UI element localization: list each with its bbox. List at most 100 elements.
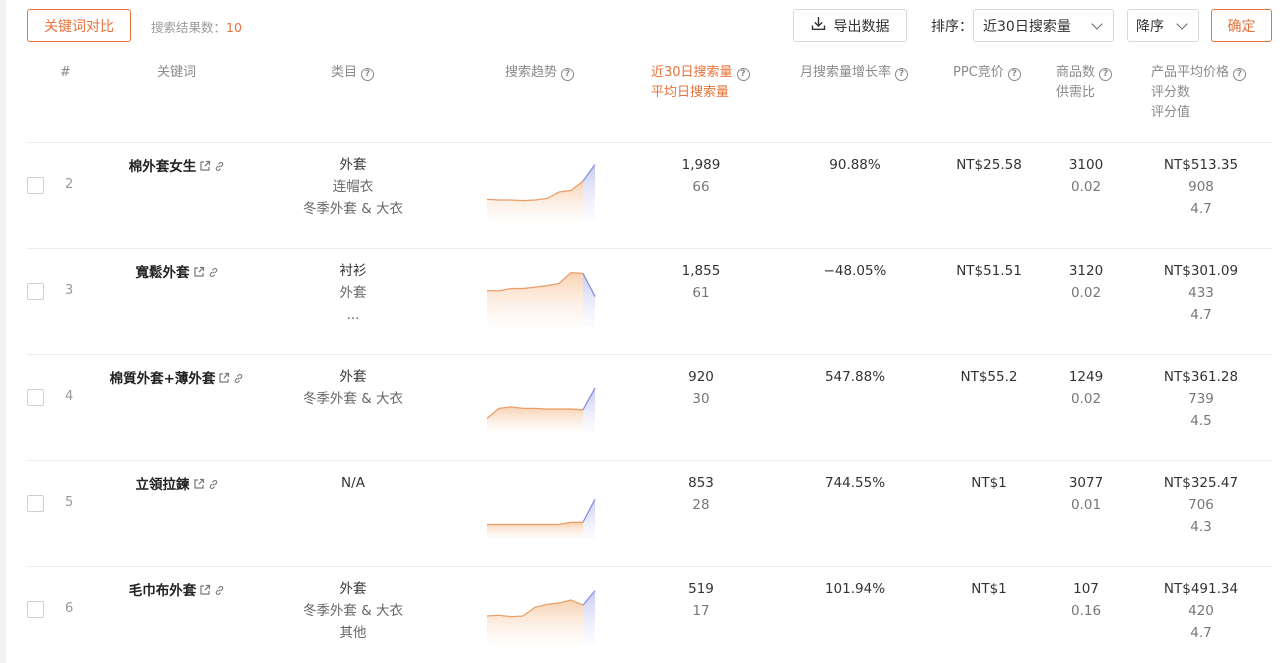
keyword-text[interactable]: 毛巾布外套 [129,583,197,599]
rating-count: 739 [1188,391,1214,407]
row-index: 3 [65,283,74,298]
search-trend-sparkline[interactable] [485,375,597,433]
ppc-cell: NT$51.51 [939,260,1039,282]
link-icon[interactable] [214,160,225,176]
row-index: 2 [65,177,74,192]
growth-rate: 101.94% [824,581,886,597]
rating-score: 4.3 [1190,519,1212,535]
supply-demand-ratio: 0.02 [1070,179,1102,195]
row-checkbox[interactable] [27,495,44,512]
link-icon[interactable] [233,372,244,388]
confirm-button[interactable]: 确定 [1211,9,1272,42]
ppc-bid: NT$1 [971,581,1007,597]
column-price[interactable]: 产品平均价格? 评分数 评分值 [1151,63,1247,123]
growth-rate: 547.88% [824,369,886,385]
ppc-cell: NT$25.58 [939,154,1039,176]
category-item: 连帽衣 [332,179,374,195]
keyword-text[interactable]: 寬鬆外套 [136,265,190,281]
growth-cell: 101.94% [805,578,905,600]
link-icon[interactable] [214,584,225,600]
avg-price: NT$491.34 [1163,581,1239,597]
help-icon[interactable]: ? [1099,68,1113,81]
growth-rate: 90.88% [829,157,881,173]
keyword-cell: 寬鬆外套 [77,261,277,282]
keyword-cell: 棉質外套+薄外套 [77,367,277,388]
search-trend-sparkline[interactable] [485,163,597,221]
chevron-down-icon [1091,17,1103,30]
sort-order-select[interactable]: 降序 [1127,9,1199,42]
external-link-icon[interactable] [218,372,230,388]
row-checkbox[interactable] [27,389,44,406]
avg-price: NT$513.35 [1163,157,1239,173]
goods-count: 3077 [1068,475,1104,491]
row-checkbox[interactable] [27,177,44,194]
search-volume: 853 [688,475,714,491]
column-ppc[interactable]: PPC竞价? [953,63,1021,83]
sort-field-select[interactable]: 近30日搜索量 [973,9,1114,42]
column-growth-label: 月搜索量增长率 [800,65,892,80]
avg-price: NT$325.47 [1163,475,1239,491]
goods-cell: 1249 0.02 [1046,366,1126,410]
row-index: 4 [65,389,74,404]
column-volume[interactable]: 近30日搜索量? 平均日搜索量 [651,63,750,103]
ppc-bid: NT$51.51 [956,263,1022,279]
column-goods-label: 商品数 [1056,65,1096,80]
link-icon[interactable] [208,478,219,494]
help-icon[interactable]: ? [736,68,750,81]
search-trend-sparkline[interactable] [485,587,597,645]
keyword-text[interactable]: 棉外套女生 [129,159,197,175]
external-link-icon[interactable] [193,478,205,494]
column-category-label: 类目 [331,65,358,80]
search-volume: 1,855 [681,263,721,279]
row-checkbox[interactable] [27,601,44,618]
column-ratio-label: 供需比 [1056,85,1096,100]
column-ratings-label: 评分数 [1151,85,1191,100]
export-data-button[interactable]: 导出数据 [793,9,907,42]
ppc-bid: NT$1 [971,475,1007,491]
rating-count: 433 [1188,285,1214,301]
supply-demand-ratio: 0.01 [1070,497,1102,513]
search-trend-sparkline[interactable] [485,269,597,327]
price-cell: NT$513.35 908 4.7 [1151,154,1251,220]
row-checkbox[interactable] [27,283,44,300]
keyword-text[interactable]: 棉質外套+薄外套 [110,371,216,387]
help-icon[interactable]: ? [561,68,575,81]
link-icon[interactable] [208,266,219,282]
sort-label: 排序： [931,19,973,35]
table-row: 4 棉質外套+薄外套 外套 冬季外套 & 大衣 920 30 547.88% NT$55.2 1… [27,355,1272,461]
help-icon[interactable]: ? [1007,68,1021,81]
column-growth[interactable]: 月搜索量增长率? [800,63,909,83]
keyword-text[interactable]: 立領拉鍊 [136,477,190,493]
ppc-cell: NT$55.2 [939,366,1039,388]
price-cell: NT$491.34 420 4.7 [1151,578,1251,644]
search-trend-sparkline[interactable] [485,481,597,539]
external-link-icon[interactable] [193,266,205,282]
rating-count: 420 [1188,603,1214,619]
column-trend[interactable]: 搜索趋势? [505,63,575,83]
column-index: # [60,65,71,80]
trend-recent-area [583,273,595,327]
column-volume-label: 近30日搜索量 [651,65,733,80]
growth-cell: 547.88% [805,366,905,388]
help-icon[interactable]: ? [361,68,375,81]
rating-count: 908 [1188,179,1214,195]
column-category[interactable]: 类目? [331,63,375,83]
result-count-label: 搜索结果数： [151,20,227,35]
rating-score: 4.7 [1190,201,1212,217]
external-link-icon[interactable] [199,160,211,176]
export-data-label: 导出数据 [833,18,890,35]
category-cell: N/A [273,472,433,494]
help-icon[interactable]: ? [895,68,909,81]
category-cell: 外套 冬季外套 & 大衣 其他 [273,578,433,644]
column-price-label: 产品平均价格 [1151,65,1230,80]
column-ppc-label: PPC竞价 [953,65,1004,80]
help-icon[interactable]: ? [1233,68,1247,81]
price-cell: NT$301.09 433 4.7 [1151,260,1251,326]
daily-volume: 66 [692,179,710,195]
keyword-compare-button[interactable]: 关键词对比 [27,9,131,42]
volume-cell: 853 28 [651,472,751,516]
external-link-icon[interactable] [199,584,211,600]
trend-area [487,272,583,327]
column-goods[interactable]: 商品数? 供需比 [1056,63,1113,103]
growth-cell: −48.05% [805,260,905,282]
